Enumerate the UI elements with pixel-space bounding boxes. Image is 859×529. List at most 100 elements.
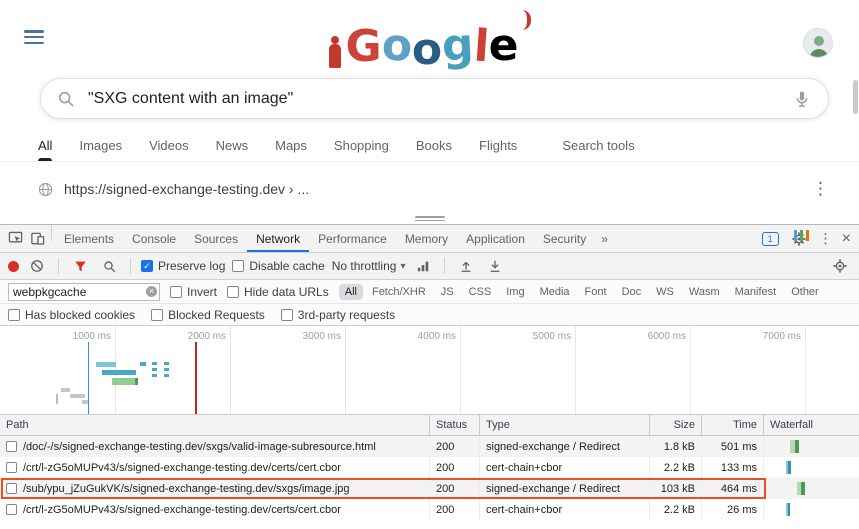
- table-row[interactable]: /doc/-/s/signed-exchange-testing.dev/sxg…: [0, 436, 859, 457]
- request-checkbox[interactable]: [6, 462, 17, 473]
- search-result[interactable]: https://signed-exchange-testing.dev › ..…: [38, 177, 309, 201]
- checkbox-icon[interactable]: [281, 309, 293, 321]
- request-status: 200: [430, 478, 480, 499]
- tab-application[interactable]: Application: [457, 225, 534, 252]
- page-scrollbar-thumb[interactable]: [853, 80, 858, 114]
- clear-filter-icon[interactable]: ×: [146, 286, 157, 297]
- third-party-requests-checkbox[interactable]: 3rd-party requests: [281, 308, 395, 322]
- table-row[interactable]: /crt/l-zG5oMUPv43/s/signed-exchange-test…: [0, 499, 859, 520]
- tab-videos[interactable]: Videos: [149, 129, 189, 161]
- record-network-log-button[interactable]: [8, 261, 19, 272]
- device-toolbar-icon[interactable]: [26, 228, 48, 250]
- result-url[interactable]: https://signed-exchange-testing.dev › ..…: [64, 181, 309, 197]
- mic-icon[interactable]: [792, 89, 812, 109]
- tab-shopping[interactable]: Shopping: [334, 129, 389, 161]
- doodle-letter: l: [472, 25, 490, 70]
- more-tabs-icon[interactable]: »: [595, 225, 614, 252]
- export-har-icon[interactable]: [484, 255, 506, 277]
- devtools-resize-handle[interactable]: [415, 216, 445, 221]
- devtools-menu-kebab-icon[interactable]: ⋮: [819, 230, 833, 247]
- filter-input[interactable]: [8, 283, 160, 301]
- throttling-dropdown[interactable]: No throttling ▾: [332, 259, 406, 273]
- pill-doc[interactable]: Doc: [616, 284, 648, 300]
- column-header-waterfall[interactable]: Waterfall: [764, 415, 859, 435]
- tab-all[interactable]: All: [38, 129, 52, 161]
- checkbox-icon[interactable]: [227, 286, 239, 298]
- request-checkbox[interactable]: [6, 441, 17, 452]
- inspect-element-icon[interactable]: [4, 228, 26, 250]
- checkbox-icon[interactable]: [232, 260, 244, 272]
- column-header-time[interactable]: Time: [702, 415, 764, 435]
- pill-all[interactable]: All: [339, 284, 363, 300]
- tab-network[interactable]: Network: [247, 225, 309, 252]
- request-checkbox[interactable]: [6, 483, 17, 494]
- request-waterfall: [764, 478, 859, 499]
- devtools-close-icon[interactable]: ×: [842, 231, 851, 247]
- preserve-log-checkbox[interactable]: Preserve log: [141, 259, 225, 273]
- pill-css[interactable]: CSS: [463, 284, 498, 300]
- result-kebab-icon[interactable]: ⋮: [812, 177, 829, 201]
- disable-cache-checkbox[interactable]: Disable cache: [232, 259, 324, 273]
- tab-books[interactable]: Books: [416, 129, 452, 161]
- issues-counter-badge[interactable]: 1: [762, 232, 779, 246]
- tab-console[interactable]: Console: [123, 225, 185, 252]
- import-har-icon[interactable]: [455, 255, 477, 277]
- invert-checkbox[interactable]: Invert: [170, 285, 217, 299]
- pill-ws[interactable]: WS: [650, 284, 680, 300]
- tab-maps[interactable]: Maps: [275, 129, 307, 161]
- column-header-type[interactable]: Type: [480, 415, 650, 435]
- timeline-gridline: [230, 326, 231, 414]
- blocked-requests-checkbox[interactable]: Blocked Requests: [151, 308, 265, 322]
- filter-funnel-icon[interactable]: [69, 255, 91, 277]
- request-checkbox[interactable]: [6, 504, 17, 515]
- tab-security[interactable]: Security: [534, 225, 595, 252]
- throttling-value: No throttling: [332, 259, 397, 273]
- pill-manifest[interactable]: Manifest: [729, 284, 783, 300]
- search-box[interactable]: "SXG content with an image": [40, 78, 829, 119]
- tab-images[interactable]: Images: [79, 129, 122, 161]
- timeline-label: 7000 ms: [745, 331, 801, 342]
- overview-bar: [164, 362, 169, 365]
- search-query-text[interactable]: "SXG content with an image": [88, 90, 792, 108]
- network-settings-gear-icon[interactable]: [829, 255, 851, 277]
- table-row[interactable]: /crt/l-zG5oMUPv43/s/signed-exchange-test…: [0, 457, 859, 478]
- doodle-swirl-icon: [522, 10, 531, 30]
- pill-media[interactable]: Media: [534, 284, 576, 300]
- menu-icon[interactable]: [24, 30, 44, 44]
- tab-memory[interactable]: Memory: [396, 225, 457, 252]
- tab-sources[interactable]: Sources: [185, 225, 247, 252]
- request-size: 1.8 kB: [650, 436, 702, 457]
- request-time: 501 ms: [702, 436, 764, 457]
- checkbox-icon[interactable]: [170, 286, 182, 298]
- overview-bar: [96, 362, 116, 367]
- has-blocked-cookies-checkbox[interactable]: Has blocked cookies: [8, 308, 135, 322]
- tab-flights[interactable]: Flights: [479, 129, 517, 161]
- pill-img[interactable]: Img: [500, 284, 530, 300]
- pill-fetch-xhr[interactable]: Fetch/XHR: [366, 284, 432, 300]
- tab-performance[interactable]: Performance: [309, 225, 396, 252]
- pill-font[interactable]: Font: [579, 284, 613, 300]
- doodle-letter: g: [441, 23, 475, 69]
- search-network-icon[interactable]: [98, 255, 120, 277]
- request-path: /doc/-/s/signed-exchange-testing.dev/sxg…: [23, 441, 376, 453]
- network-conditions-icon[interactable]: [412, 255, 434, 277]
- table-row-highlighted[interactable]: /sub/ypu_jZuGukVK/s/signed-exchange-test…: [0, 478, 859, 499]
- search-tools-button[interactable]: Search tools: [562, 129, 634, 161]
- network-overview-timeline[interactable]: 1000 ms 2000 ms 3000 ms 4000 ms 5000 ms …: [0, 326, 859, 415]
- tab-news[interactable]: News: [216, 129, 249, 161]
- doodle-letter: G: [345, 25, 381, 69]
- clear-network-log-icon[interactable]: [26, 255, 48, 277]
- checkbox-icon[interactable]: [8, 309, 20, 321]
- column-header-status[interactable]: Status: [430, 415, 480, 435]
- pill-other[interactable]: Other: [785, 284, 825, 300]
- column-header-size[interactable]: Size: [650, 415, 702, 435]
- pill-js[interactable]: JS: [435, 284, 460, 300]
- tab-elements[interactable]: Elements: [55, 225, 123, 252]
- checkbox-icon[interactable]: [151, 309, 163, 321]
- account-avatar[interactable]: [803, 28, 833, 58]
- pill-wasm[interactable]: Wasm: [683, 284, 726, 300]
- column-header-path[interactable]: Path: [0, 415, 430, 435]
- google-doodle-logo[interactable]: G o o g l e: [328, 10, 530, 68]
- checkbox-checked-icon[interactable]: [141, 260, 153, 272]
- hide-data-urls-checkbox[interactable]: Hide data URLs: [227, 285, 329, 299]
